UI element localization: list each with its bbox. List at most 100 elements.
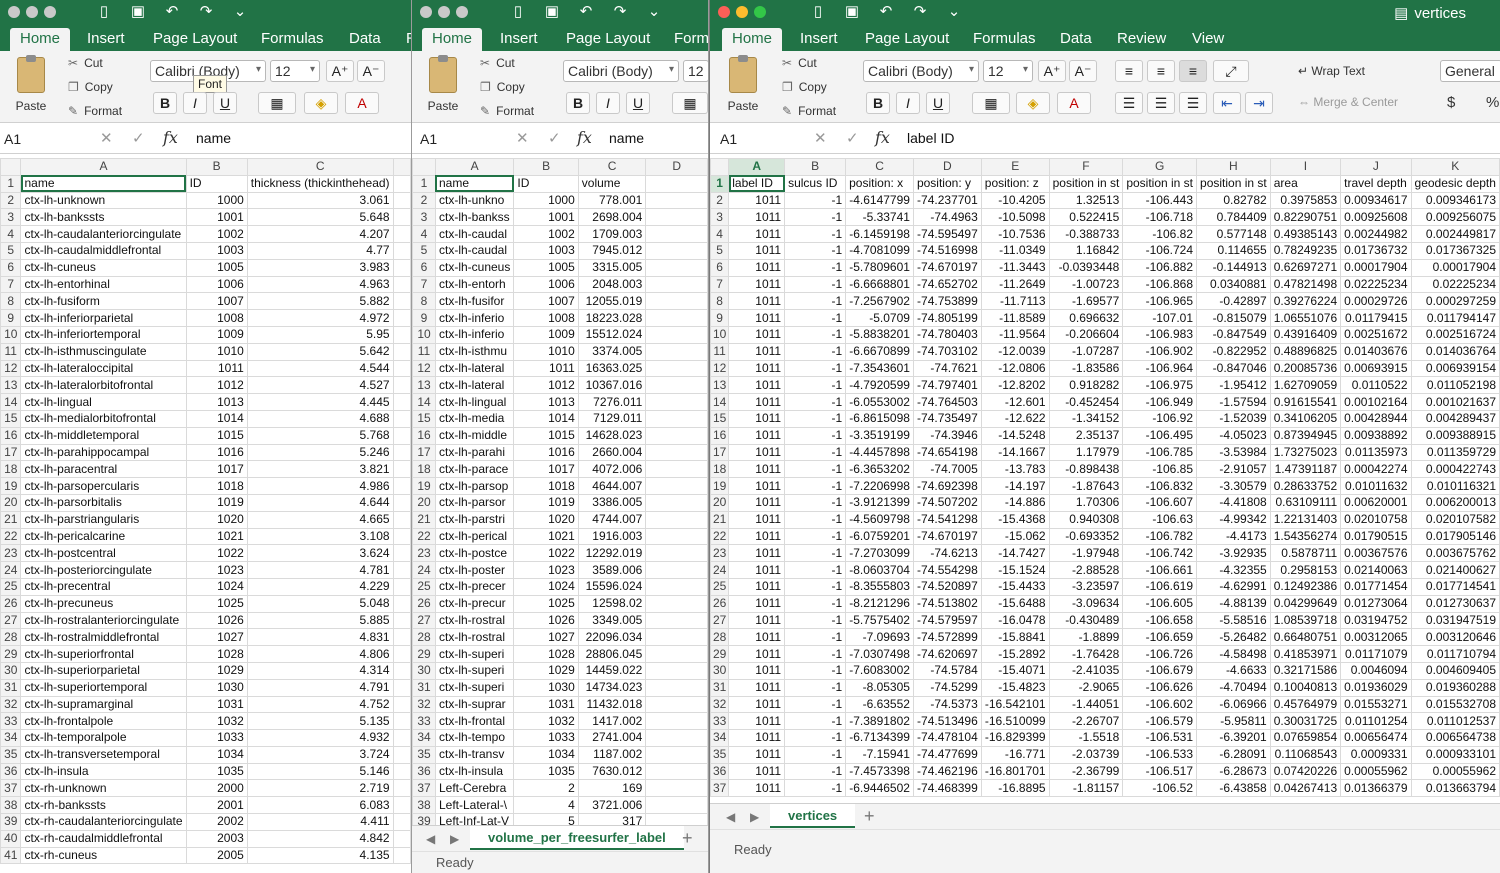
- cell[interactable]: -74.692398: [912, 477, 982, 495]
- cell[interactable]: 1011: [728, 477, 786, 495]
- cell[interactable]: -74.805199: [912, 309, 982, 327]
- align-right-button[interactable]: ☰: [1179, 92, 1207, 114]
- increase-font-button[interactable]: A⁺: [1038, 60, 1066, 82]
- cell[interactable]: -74.703102: [912, 342, 982, 361]
- cell[interactable]: 1.08539718: [1269, 611, 1342, 630]
- cell[interactable]: -16.510099: [980, 712, 1050, 731]
- cell[interactable]: [392, 846, 411, 865]
- cell[interactable]: 1.70306: [1048, 493, 1124, 512]
- cell[interactable]: 2001: [185, 796, 248, 815]
- cell[interactable]: [645, 577, 708, 596]
- cell[interactable]: [392, 292, 411, 311]
- cell[interactable]: 0.031947519: [1410, 611, 1500, 630]
- cell[interactable]: -16.8895: [980, 779, 1050, 798]
- cell[interactable]: 0.114655: [1196, 241, 1271, 260]
- cell[interactable]: 1025: [513, 594, 579, 613]
- cell[interactable]: ctx-lh-parsopercularis: [20, 477, 187, 495]
- customize-icon[interactable]: ⌄: [228, 2, 252, 20]
- row-header[interactable]: 30: [0, 661, 22, 680]
- cell[interactable]: 1011: [728, 594, 786, 613]
- cell[interactable]: ctx-lh-cuneus: [434, 258, 515, 277]
- cell[interactable]: -1.97948: [1048, 544, 1124, 563]
- cell[interactable]: 3349.005: [577, 611, 647, 630]
- cell[interactable]: -1.76428: [1048, 645, 1124, 663]
- row-header[interactable]: 27: [412, 611, 436, 630]
- cell[interactable]: -106.868: [1122, 275, 1198, 294]
- cell[interactable]: 2048.003: [577, 275, 647, 294]
- orientation-button[interactable]: ⤢: [1213, 60, 1249, 82]
- cell[interactable]: -14.1667: [980, 443, 1050, 462]
- cell[interactable]: geodesic depth: [1410, 174, 1500, 193]
- cell[interactable]: -3.09634: [1048, 594, 1124, 613]
- cell[interactable]: 0.87394945: [1269, 426, 1342, 445]
- cell[interactable]: 1011: [728, 225, 786, 243]
- cell[interactable]: 5.642: [246, 342, 394, 361]
- cell[interactable]: 1011: [728, 695, 786, 714]
- cell[interactable]: 1022: [185, 544, 248, 563]
- increase-indent-button[interactable]: ⇥: [1245, 92, 1273, 114]
- cell[interactable]: -11.8589: [980, 309, 1050, 327]
- cell[interactable]: 0.49385143: [1269, 225, 1342, 243]
- cell[interactable]: 5.135: [246, 712, 394, 731]
- cell[interactable]: ctx-lh-posteriorcingulate: [20, 561, 187, 579]
- cell[interactable]: -1: [784, 561, 847, 579]
- cell[interactable]: 1026: [513, 611, 579, 630]
- row-header[interactable]: 9: [0, 309, 22, 327]
- cell[interactable]: 3.624: [246, 544, 394, 563]
- cell[interactable]: ctx-rh-caudalanteriorcingulate: [20, 813, 187, 831]
- cell[interactable]: -10.4205: [980, 191, 1050, 210]
- align-top-button[interactable]: ≡: [1115, 60, 1143, 82]
- cell[interactable]: 5.048: [246, 594, 394, 613]
- cell[interactable]: 4.806: [246, 645, 394, 663]
- borders-button[interactable]: ▦: [258, 92, 296, 114]
- cell[interactable]: [645, 325, 708, 344]
- cell[interactable]: 4.544: [246, 359, 394, 378]
- cell[interactable]: [392, 208, 411, 227]
- cell[interactable]: 1013: [185, 393, 248, 411]
- row-header[interactable]: 35: [412, 745, 436, 764]
- paste-button[interactable]: Paste: [420, 55, 466, 113]
- cell[interactable]: 0.00017904: [1410, 258, 1500, 277]
- close-light[interactable]: [8, 6, 20, 18]
- cell[interactable]: 0.63109111: [1269, 493, 1342, 512]
- cell[interactable]: -1: [784, 393, 847, 411]
- row-header[interactable]: 38: [412, 796, 436, 815]
- cell[interactable]: 3374.005: [577, 342, 647, 361]
- cell[interactable]: 0.00934617: [1340, 191, 1412, 210]
- row-header[interactable]: 34: [412, 729, 436, 747]
- cell[interactable]: -1: [784, 241, 847, 260]
- cell[interactable]: -74.477699: [912, 745, 982, 764]
- cell[interactable]: 1007: [185, 292, 248, 311]
- cell[interactable]: [645, 376, 708, 395]
- cell[interactable]: position: z: [980, 174, 1050, 193]
- cell[interactable]: -106.724: [1122, 241, 1198, 260]
- cell[interactable]: -1: [784, 477, 847, 495]
- cell[interactable]: -8.3555803: [845, 577, 914, 596]
- cell[interactable]: -11.2649: [980, 275, 1050, 294]
- cell[interactable]: -6.8615098: [845, 409, 914, 428]
- row-header[interactable]: 32: [710, 695, 730, 714]
- cell[interactable]: 10367.016: [577, 376, 647, 395]
- cell[interactable]: [392, 477, 411, 495]
- cell[interactable]: ctx-lh-pericalcarine: [20, 527, 187, 546]
- cell[interactable]: ctx-lh-transversetemporal: [20, 745, 187, 764]
- cell[interactable]: -106.679: [1122, 661, 1198, 680]
- cell[interactable]: position in st: [1196, 174, 1271, 193]
- cell[interactable]: 0.66480751: [1269, 628, 1342, 647]
- cell[interactable]: 3.724: [246, 745, 394, 764]
- cell[interactable]: -11.9564: [980, 325, 1050, 344]
- cell[interactable]: 4.314: [246, 661, 394, 680]
- cell[interactable]: 1187.002: [577, 745, 647, 764]
- cell[interactable]: 7276.011: [577, 393, 647, 411]
- cell[interactable]: -106.495: [1122, 426, 1198, 445]
- cell[interactable]: -74.7621: [912, 359, 982, 378]
- row-header[interactable]: 26: [412, 594, 436, 613]
- cell[interactable]: [392, 544, 411, 563]
- cell[interactable]: -15.6488: [980, 594, 1050, 613]
- cell[interactable]: -6.6668801: [845, 275, 914, 294]
- cell[interactable]: 2.719: [246, 779, 394, 798]
- cell[interactable]: 0.91615541: [1269, 393, 1342, 411]
- row-header[interactable]: 28: [0, 628, 22, 647]
- cell[interactable]: 1021: [185, 527, 248, 546]
- cell[interactable]: 1024: [513, 577, 579, 596]
